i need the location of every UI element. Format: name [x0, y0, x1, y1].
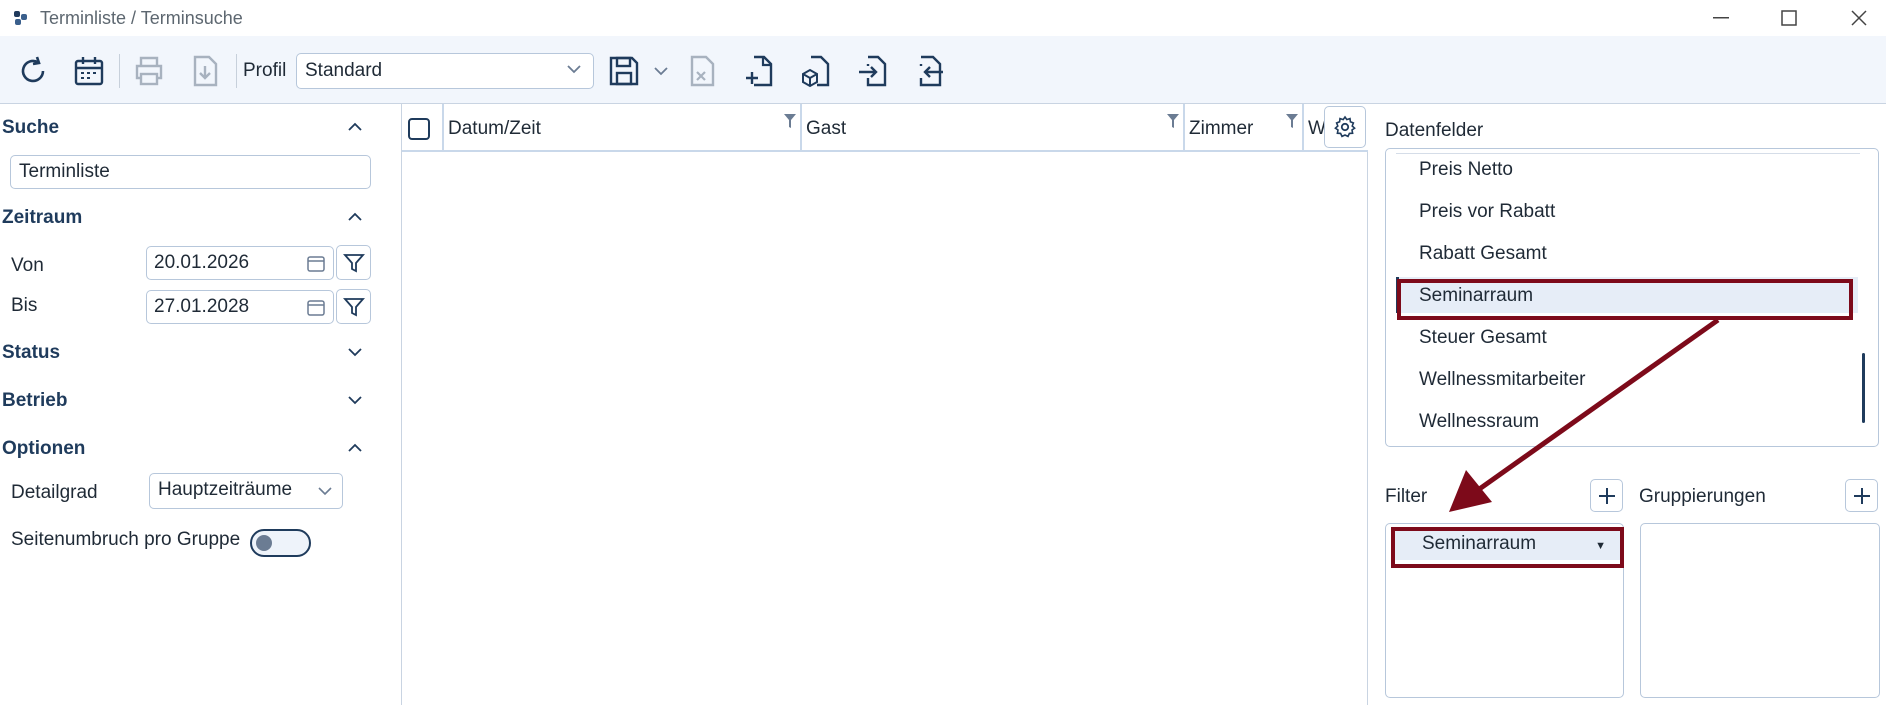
annotation-arrow [1449, 317, 1720, 512]
